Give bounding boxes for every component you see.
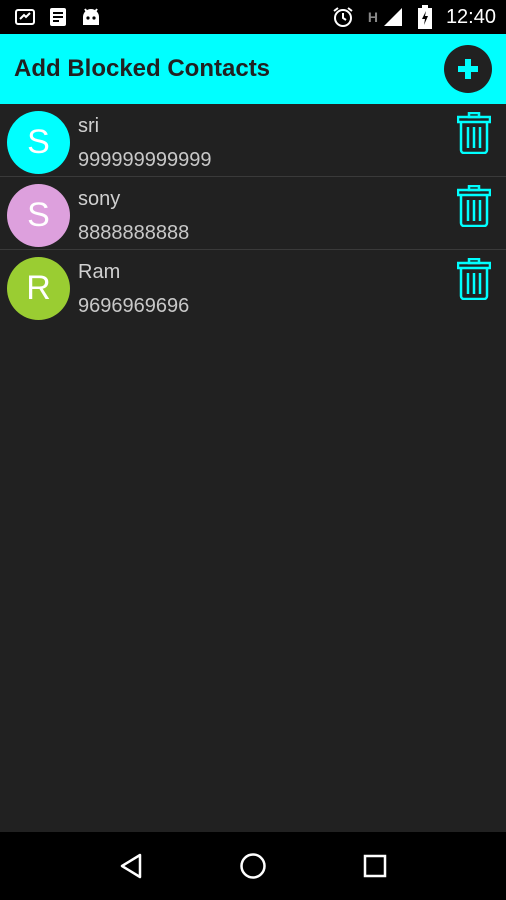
contact-name: sri	[78, 115, 100, 137]
contact-name: Ram	[78, 261, 121, 283]
list-item[interactable]: R Ram 9696969696	[0, 250, 506, 322]
list-item[interactable]: S sony 8888888888	[0, 177, 506, 250]
blocked-contacts-list: S sri 999999999999 S sony 8888888888 R R…	[0, 104, 506, 322]
contact-number: 999999999999	[78, 149, 212, 171]
back-icon	[118, 852, 144, 880]
plus-icon	[456, 57, 480, 81]
back-button[interactable]	[109, 844, 153, 888]
status-left-icons	[14, 6, 102, 28]
avatar: R	[7, 257, 70, 320]
page-title: Add Blocked Contacts	[14, 55, 271, 82]
avatar-initial: S	[27, 196, 50, 234]
avatar-initial: R	[26, 269, 51, 307]
avatar: S	[7, 184, 70, 247]
delete-contact-button[interactable]	[454, 183, 494, 229]
contact-number: 9696969696	[78, 295, 190, 317]
delete-contact-button[interactable]	[454, 110, 494, 156]
android-icon	[80, 7, 102, 27]
network-type-label: H	[367, 9, 378, 25]
add-contact-button[interactable]	[444, 45, 492, 93]
recents-icon	[362, 853, 388, 879]
delete-contact-button[interactable]	[454, 256, 494, 302]
trash-icon	[457, 112, 491, 154]
home-button[interactable]	[231, 844, 275, 888]
alarm-icon	[332, 6, 354, 28]
list-item[interactable]: S sri 999999999999	[0, 104, 506, 177]
home-icon	[239, 852, 267, 880]
app-bar: Add Blocked Contacts	[0, 34, 506, 104]
notes-icon	[48, 6, 68, 28]
trash-icon	[457, 185, 491, 227]
avatar-initial: S	[27, 123, 50, 161]
status-time: 12:40	[445, 5, 496, 28]
signal-icon	[382, 6, 404, 28]
screen-share-icon	[14, 7, 36, 27]
avatar: S	[7, 111, 70, 174]
status-bar: H 12:40	[0, 0, 506, 34]
recents-button[interactable]	[353, 844, 397, 888]
navigation-bar	[0, 832, 506, 900]
battery-charging-icon	[417, 5, 432, 29]
trash-icon	[457, 258, 491, 300]
contact-name: sony	[78, 188, 121, 210]
status-right-icons: H 12:40	[332, 5, 496, 29]
contact-number: 8888888888	[78, 222, 190, 244]
